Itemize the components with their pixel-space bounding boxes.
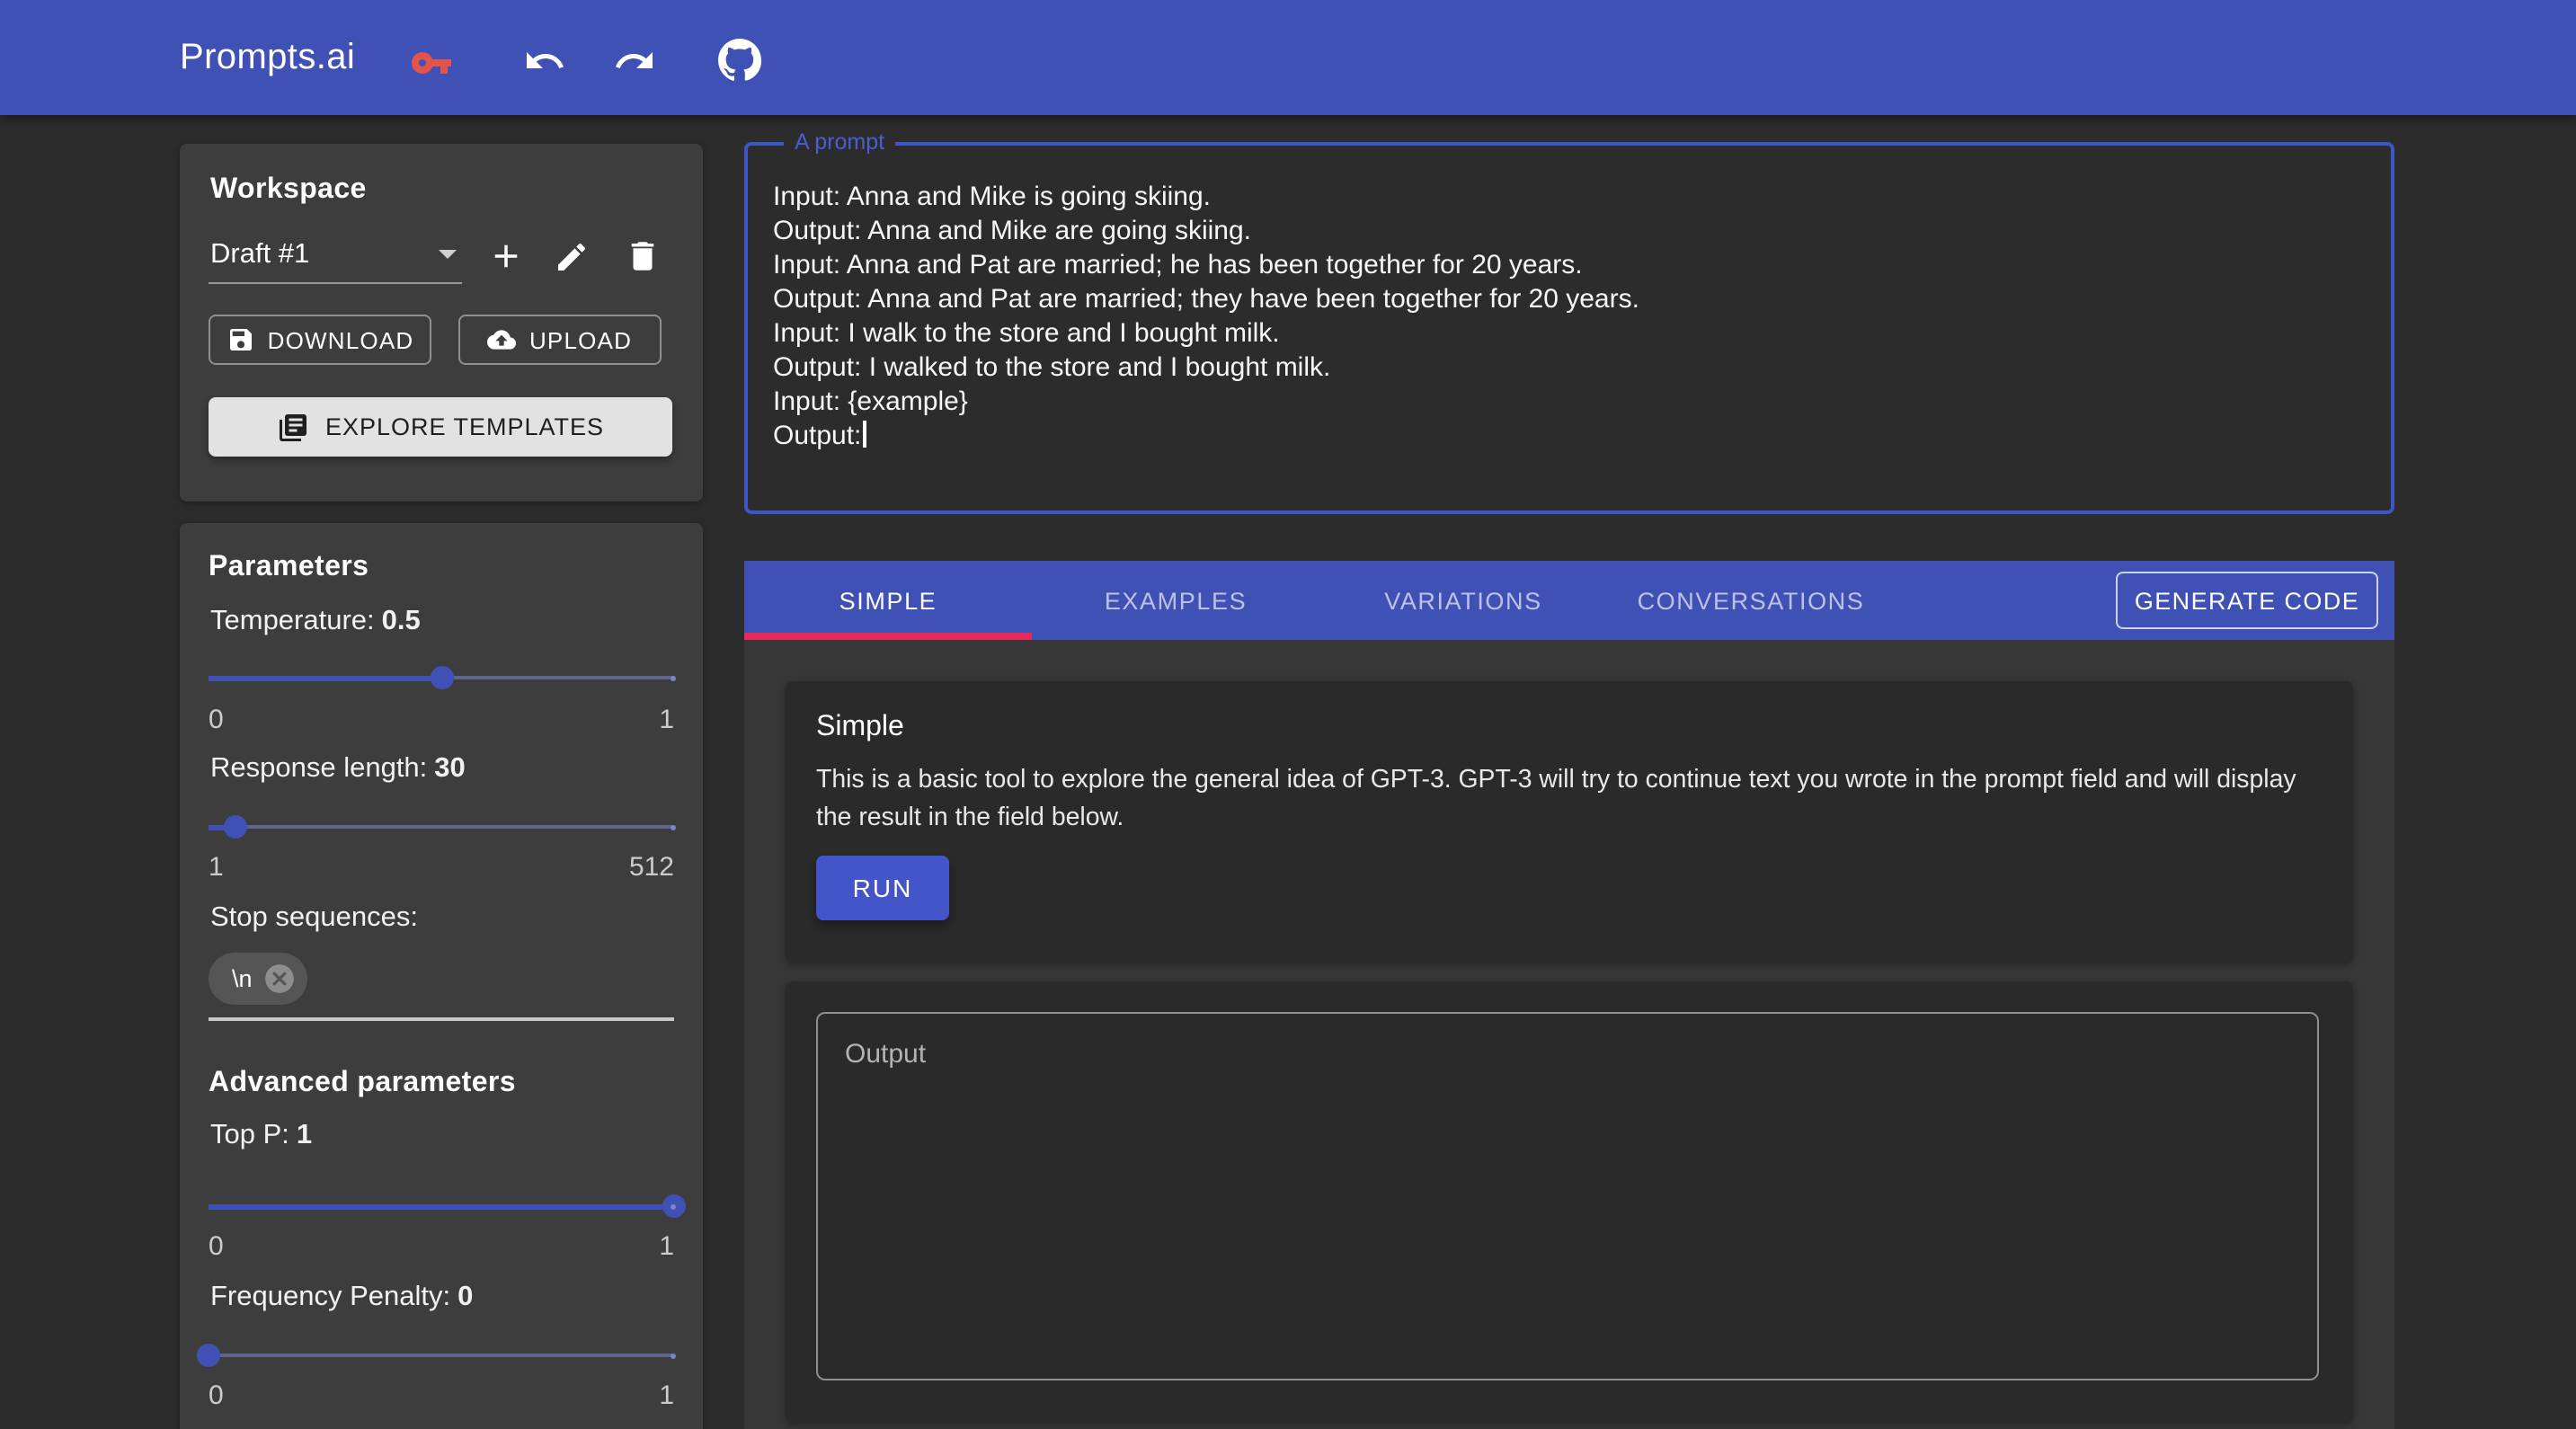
top-p-label: Top P:1 [210, 1120, 312, 1152]
output-card: Output [786, 981, 2353, 1424]
top-p-max: 1 [659, 1231, 674, 1262]
frequency-penalty-max: 1 [659, 1380, 674, 1411]
response-length-slider[interactable] [209, 825, 674, 829]
upload-button-label: UPLOAD [529, 326, 632, 353]
redo-icon[interactable] [613, 40, 656, 83]
prompt-legend: A prompt [784, 129, 895, 155]
download-button-label: DOWNLOAD [268, 326, 414, 353]
temperature-slider[interactable] [209, 676, 674, 679]
advanced-parameters-heading: Advanced parameters [209, 1068, 516, 1100]
workspace-card: Workspace Draft #1 DOWNLOAD UPLOAD EXPLO… [180, 144, 703, 501]
temperature-max: 1 [659, 705, 674, 735]
tab-simple[interactable]: SIMPLE [744, 561, 1032, 640]
parameters-card: Parameters Temperature:0.5 01 Response l… [180, 523, 703, 1429]
response-length-slider-thumb[interactable] [224, 815, 247, 839]
top-p-min: 0 [209, 1231, 224, 1262]
simple-card-title: Simple [816, 712, 904, 744]
generate-code-button[interactable]: GENERATE CODE [2116, 572, 2378, 629]
output-field: Output [816, 1012, 2319, 1380]
frequency-penalty-value: 0 [457, 1282, 473, 1312]
github-icon[interactable] [717, 38, 760, 81]
stop-sequence-chip[interactable]: \n [209, 953, 308, 1005]
mode-tabbar: SIMPLE EXAMPLES VARIATIONS CONVERSATIONS… [744, 561, 2394, 640]
temperature-min: 0 [209, 705, 224, 735]
tab-conversations[interactable]: CONVERSATIONS [1607, 561, 1895, 640]
draft-select-value: Draft #1 [210, 239, 309, 271]
frequency-penalty-slider[interactable] [209, 1354, 674, 1357]
tab-variations[interactable]: VARIATIONS [1319, 561, 1607, 640]
edit-pencil-icon[interactable] [554, 239, 591, 277]
stop-sequences-underline [209, 1017, 674, 1021]
response-length-value: 30 [434, 753, 466, 784]
draft-select[interactable]: Draft #1 [209, 230, 462, 284]
simple-card: Simple This is a basic tool to explore t… [786, 681, 2353, 963]
temperature-slider-thumb[interactable] [430, 666, 453, 689]
app-root: Prompts.ai Workspace Draft #1 [0, 0, 2576, 1429]
frequency-penalty-min: 0 [209, 1380, 224, 1411]
response-length-minmax: 1512 [209, 852, 674, 883]
app-title: Prompts.ai [180, 38, 355, 79]
workspace-heading: Workspace [210, 174, 367, 207]
text-cursor [863, 421, 866, 448]
tab-panel: Simple This is a basic tool to explore t… [744, 640, 2394, 1429]
undo-icon[interactable] [523, 40, 566, 83]
temperature-minmax: 01 [209, 705, 674, 735]
api-key-icon[interactable] [410, 41, 453, 84]
download-button[interactable]: DOWNLOAD [209, 315, 431, 365]
add-workspace-button[interactable] [487, 237, 525, 275]
simple-card-description: This is a basic tool to explore the gene… [816, 762, 2335, 838]
prompt-textarea[interactable]: A prompt Input: Anna and Mike is going s… [744, 142, 2394, 514]
response-length-max: 512 [629, 852, 674, 883]
top-navbar: Prompts.ai [0, 0, 2576, 115]
save-icon [227, 325, 255, 354]
frequency-penalty-slider-thumb[interactable] [197, 1344, 220, 1367]
explore-templates-button[interactable]: EXPLORE TEMPLATES [209, 397, 672, 457]
frequency-penalty-label: Frequency Penalty:0 [210, 1282, 473, 1314]
upload-button[interactable]: UPLOAD [458, 315, 662, 365]
response-length-min: 1 [209, 852, 224, 883]
temperature-value: 0.5 [382, 606, 421, 636]
cancel-icon[interactable] [263, 962, 298, 996]
response-length-label: Response length:30 [210, 753, 466, 786]
dropdown-caret-icon [439, 250, 457, 259]
cloud-upload-icon [488, 325, 517, 354]
explore-templates-label: EXPLORE TEMPLATES [325, 413, 604, 440]
temperature-label: Temperature:0.5 [210, 606, 421, 638]
output-field-label: Output [845, 1039, 926, 1070]
stop-sequences-label: Stop sequences: [210, 902, 418, 935]
tab-examples[interactable]: EXAMPLES [1032, 561, 1319, 640]
top-p-value: 1 [297, 1120, 312, 1150]
active-tab-indicator [744, 633, 1032, 640]
library-books-icon [277, 411, 309, 443]
frequency-penalty-minmax: 01 [209, 1380, 674, 1411]
prompt-text: Input: Anna and Mike is going skiing. Ou… [773, 180, 2366, 453]
parameters-heading: Parameters [209, 552, 369, 584]
delete-trash-icon[interactable] [624, 237, 662, 275]
run-button[interactable]: RUN [816, 856, 949, 920]
top-p-minmax: 01 [209, 1231, 674, 1262]
stop-sequence-chip-text: \n [232, 965, 253, 992]
top-p-slider[interactable] [209, 1204, 674, 1208]
